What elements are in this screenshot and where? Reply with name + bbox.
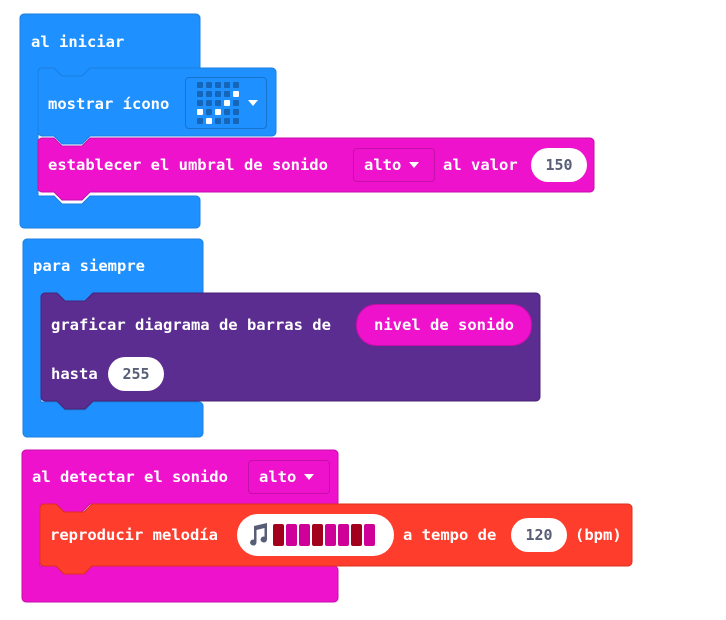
led-off: [233, 109, 239, 115]
sound-level-reporter[interactable]: nivel de sonido: [356, 304, 532, 346]
led-off: [224, 118, 230, 124]
set-threshold-after-label: al valor: [443, 156, 518, 174]
plot-up-to-label: hasta: [51, 365, 98, 383]
on-sound-hat-label: al detectar el sonido: [32, 468, 228, 486]
led-off: [206, 109, 212, 115]
show-icon-label: mostrar ícono: [48, 95, 170, 113]
sound-level-value: alto: [259, 468, 297, 486]
melody-note: [312, 524, 323, 546]
sound-level-dropdown[interactable]: alto: [248, 460, 330, 494]
melody-notes: [273, 524, 377, 546]
led-on: [197, 109, 203, 115]
tempo-unit-label: (bpm): [575, 526, 622, 544]
melody-note: [338, 524, 349, 546]
led-off: [233, 100, 239, 106]
set-threshold-label: establecer el umbral de sonido: [48, 156, 328, 174]
plot-bar-graph-label: graficar diagrama de barras de: [51, 316, 331, 334]
melody-note: [299, 524, 310, 546]
led-off: [215, 82, 221, 88]
led-off: [206, 82, 212, 88]
tempo-label: a tempo de: [403, 526, 497, 544]
led-on: [224, 100, 230, 106]
threshold-value-input[interactable]: 150: [531, 148, 587, 182]
chevron-down-icon: [304, 474, 315, 480]
led-off: [206, 100, 212, 106]
melody-note: [273, 524, 284, 546]
melody-note: [351, 524, 362, 546]
led-off: [197, 91, 203, 97]
led-off: [233, 82, 239, 88]
led-off: [224, 109, 230, 115]
threshold-level-dropdown[interactable]: alto: [353, 148, 435, 182]
plot-up-to-input[interactable]: 255: [108, 357, 164, 391]
led-off: [197, 100, 203, 106]
led-off: [224, 91, 230, 97]
melody-note: [364, 524, 375, 546]
led-on: [233, 91, 239, 97]
yes-checkmark-icon: [197, 82, 239, 124]
chevron-down-icon: [409, 162, 420, 168]
melody-note: [286, 524, 297, 546]
led-off: [197, 118, 203, 124]
led-off: [197, 82, 203, 88]
led-off: [215, 91, 221, 97]
led-on: [215, 109, 221, 115]
led-on: [206, 118, 212, 124]
icon-picker[interactable]: [185, 77, 267, 129]
melody-note: [325, 524, 336, 546]
threshold-level-value: alto: [364, 156, 402, 174]
led-off: [206, 91, 212, 97]
forever-hat-label: para siempre: [33, 257, 145, 275]
chevron-down-icon: [248, 100, 258, 106]
play-melody-label: reproducir melodía: [50, 526, 218, 544]
music-note-icon: [250, 523, 268, 546]
on-start-hat-label: al iniciar: [31, 33, 125, 51]
led-off: [215, 100, 221, 106]
tempo-input[interactable]: 120: [511, 518, 567, 552]
led-off: [224, 82, 230, 88]
led-off: [215, 118, 221, 124]
led-off: [233, 118, 239, 124]
melody-editor[interactable]: [237, 514, 394, 556]
